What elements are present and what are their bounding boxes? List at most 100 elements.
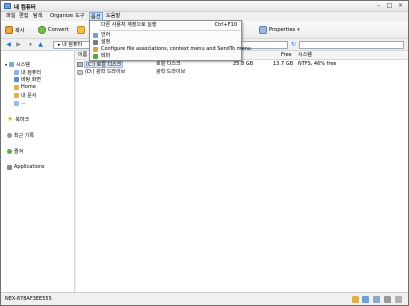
maximize-button[interactable]: □	[385, 2, 394, 10]
back-arrow-icon[interactable]: ◀	[4, 41, 13, 49]
menu-organize[interactable]: Organize	[49, 13, 74, 20]
menu-file[interactable]: 파일	[5, 13, 17, 20]
menu-item-theme[interactable]: 테마	[91, 53, 241, 60]
menu-item-label: 테마	[101, 53, 111, 59]
chevron-down-icon: ▾	[297, 27, 300, 33]
sidebar-item-documents[interactable]: 내 문서	[14, 92, 36, 99]
sidebar-item-desktop[interactable]: 바탕 화면	[14, 76, 41, 83]
optical-drive-icon	[77, 70, 83, 75]
clock-icon	[7, 133, 12, 138]
chevron-down-icon[interactable]: ▾	[26, 41, 35, 49]
view-icon[interactable]	[362, 296, 369, 303]
title-bar: 내 컴퓨터 – □ ×	[1, 1, 408, 12]
convert-icon	[38, 26, 46, 34]
column-free[interactable]: Free	[281, 51, 292, 60]
sidebar: ▾ 시스템 내 컴퓨터 바탕 화면 Home 내 문서 ... ★ 북마크 최근…	[1, 51, 75, 292]
menu-item-settings[interactable]: 설정	[91, 39, 241, 46]
desktop-icon	[14, 77, 19, 82]
column-name[interactable]: 이름	[78, 51, 87, 60]
menu-item-label: Configure file associations, context men…	[101, 46, 251, 52]
menu-navigate[interactable]: 탐색	[32, 13, 44, 20]
copy-icon	[5, 26, 13, 34]
sidebar-item-applications[interactable]: Applications	[7, 164, 45, 170]
theme-icon	[93, 54, 98, 59]
layout-icon[interactable]	[384, 296, 391, 303]
window-title: 내 컴퓨터	[14, 5, 36, 11]
sidebar-item-label: 최근 기록	[14, 133, 34, 139]
row-size: 25.8 GB	[233, 61, 254, 67]
table-row[interactable]: (C:) 로컬 디스크 로컬 디스크 25.8 GB 13.7 GB NTFS,…	[76, 61, 408, 68]
sidebar-item-my-computer[interactable]: 내 컴퓨터	[14, 69, 41, 76]
status-text: NEX-878AF3EE555	[5, 296, 52, 302]
sidebar-item-label: 시스템	[16, 62, 30, 68]
properties-icon	[259, 26, 267, 34]
up-arrow-icon[interactable]: ▲	[36, 41, 45, 49]
status-bar: NEX-878AF3EE555	[1, 292, 408, 305]
close-button[interactable]: ×	[396, 2, 405, 10]
forward-arrow-icon[interactable]: ▶	[14, 41, 23, 49]
favorites-icon	[7, 149, 12, 154]
folder-icon	[14, 93, 19, 98]
sidebar-item-label: 내 컴퓨터	[21, 70, 41, 76]
sidebar-item-more[interactable]: ...	[14, 100, 26, 106]
lock-icon[interactable]	[352, 296, 359, 303]
properties-button[interactable]: Properties ▾	[259, 24, 300, 36]
address-path: ▸ 내 컴퓨터	[58, 42, 83, 48]
menu-item-label: 설정	[101, 39, 111, 45]
sidebar-item-label: ...	[21, 100, 26, 106]
minimize-button[interactable]: –	[374, 2, 383, 10]
menu-item-label: 다른 사용자 계정으로 실행	[101, 22, 157, 28]
panel-icon[interactable]	[373, 296, 380, 303]
menu-separator	[99, 30, 240, 31]
grip-icon[interactable]	[395, 296, 402, 303]
applications-icon	[7, 164, 12, 170]
sidebar-item-label: Home	[21, 84, 36, 90]
properties-label: Properties	[269, 27, 296, 33]
convert-label: Convert	[48, 27, 69, 33]
column-filesystem[interactable]: 시스템	[298, 51, 312, 60]
sidebar-item-label: Applications	[14, 164, 45, 170]
row-type: 광학 드라이브	[156, 69, 186, 75]
computer-icon	[4, 3, 11, 9]
computer-icon	[14, 70, 19, 75]
more-icon	[14, 100, 19, 106]
sidebar-item-favorites[interactable]: 즐겨	[7, 148, 23, 155]
table-row[interactable]: (D:) 광학 드라이브 광학 드라이브	[76, 69, 408, 76]
sidebar-item-home[interactable]: Home	[14, 84, 36, 90]
menu-item-label: 언어	[101, 32, 111, 38]
sidebar-item-label: 즐겨	[14, 149, 24, 155]
sidebar-item-label: 북마크	[15, 116, 30, 123]
menu-help[interactable]: 도움말	[105, 13, 121, 20]
options-button[interactable]	[77, 24, 85, 36]
convert-button[interactable]: Convert	[38, 24, 69, 36]
globe-icon	[93, 33, 98, 38]
gear-icon	[93, 40, 98, 45]
drive-icon	[77, 62, 83, 67]
menu-item-language[interactable]: 언어	[91, 32, 241, 39]
configure-icon	[93, 47, 98, 52]
row-filesystem: NTFS, 46% free	[298, 61, 337, 67]
row-type: 로컬 디스크	[156, 61, 181, 67]
menu-item-configure[interactable]: Configure file associations, context men…	[91, 46, 251, 53]
sidebar-item-label: 바탕 화면	[21, 77, 41, 83]
sidebar-item-system[interactable]: ▾ 시스템	[5, 61, 30, 68]
search-input[interactable]	[299, 41, 404, 49]
system-icon	[9, 62, 15, 67]
row-name: (D:) 광학 드라이브	[85, 69, 126, 75]
sidebar-item-bookmarks[interactable]: ★ 북마크	[7, 115, 29, 123]
file-list: 이름 종류 크기 Free 시스템 (C:) 로컬 디스크 로컬 디스크 25.…	[76, 51, 408, 292]
copy-label: 복사	[15, 27, 25, 34]
copy-button[interactable]: 복사	[5, 24, 25, 36]
sidebar-item-label: 내 문서	[21, 93, 37, 99]
home-icon	[14, 84, 19, 90]
tree-collapse-icon: ▾	[5, 62, 8, 67]
options-menu: 다른 사용자 계정으로 실행 Ctrl+F10 언어 설정 Configure …	[89, 20, 251, 61]
refresh-icon[interactable]: ↻	[289, 41, 298, 49]
menu-tools[interactable]: 도구	[74, 13, 86, 20]
menu-edit[interactable]: 편집	[18, 13, 30, 20]
menu-item-run-as[interactable]: 다른 사용자 계정으로 실행 Ctrl+F10	[91, 22, 241, 29]
sidebar-item-recent[interactable]: 최근 기록	[7, 132, 34, 139]
gear-icon	[77, 26, 85, 34]
row-free: 13.7 GB	[273, 61, 294, 67]
app-window: 내 컴퓨터 – □ × 파일 편집 탐색 Organize 도구 옵션 도움말 …	[0, 0, 409, 306]
